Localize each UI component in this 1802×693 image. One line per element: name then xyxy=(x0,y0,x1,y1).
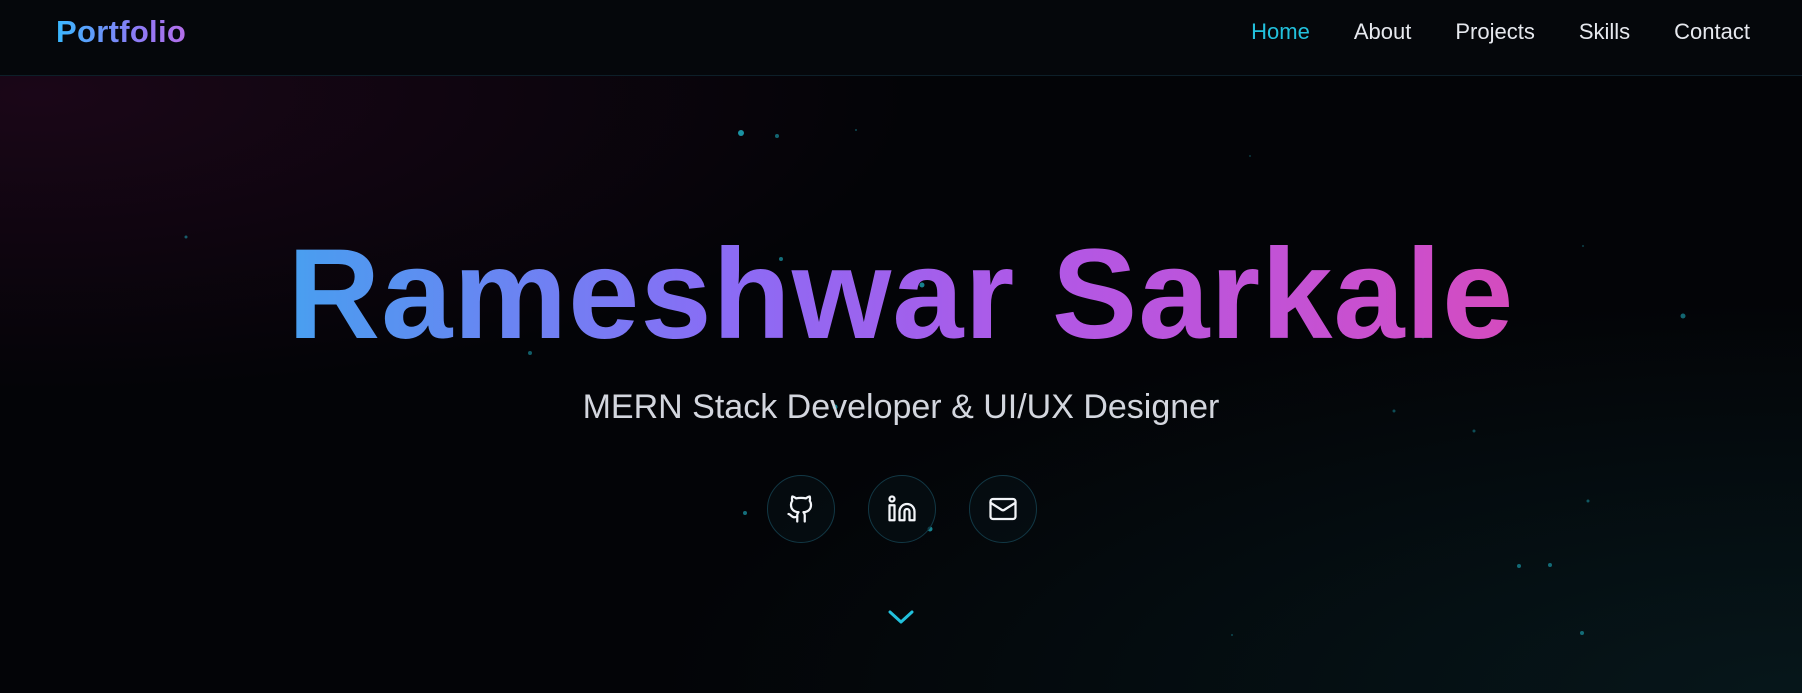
email-button[interactable] xyxy=(969,475,1037,543)
linkedin-button[interactable] xyxy=(868,475,936,543)
particle xyxy=(775,134,779,138)
nav-link-contact[interactable]: Contact xyxy=(1674,17,1750,47)
hero-subtitle: MERN Stack Developer & UI/UX Designer xyxy=(582,388,1220,426)
particle xyxy=(1548,563,1552,567)
scroll-down-button[interactable] xyxy=(886,605,916,629)
nav-link-projects[interactable]: Projects xyxy=(1455,17,1534,47)
github-button[interactable] xyxy=(767,475,835,543)
particle xyxy=(1249,155,1251,157)
brand-logo[interactable]: Portfolio xyxy=(56,14,186,50)
particle xyxy=(1517,564,1521,568)
particle xyxy=(738,130,744,136)
github-icon xyxy=(787,495,813,523)
particle xyxy=(1580,631,1584,635)
nav-link-home[interactable]: Home xyxy=(1251,17,1310,47)
mail-icon xyxy=(989,497,1017,521)
particle-background xyxy=(184,129,1686,636)
hero-section: Rameshwar Sarkale MERN Stack Developer &… xyxy=(0,76,1802,693)
nav-links: Home About Projects Skills Contact xyxy=(1251,17,1750,47)
particle xyxy=(855,129,857,131)
linkedin-icon xyxy=(888,495,916,522)
social-links xyxy=(767,475,1037,543)
particle xyxy=(1231,634,1233,636)
particle xyxy=(1586,499,1590,503)
particle xyxy=(743,511,747,515)
chevron-down-icon xyxy=(888,610,914,624)
particle xyxy=(1472,429,1476,433)
navbar: Portfolio Home About Projects Skills Con… xyxy=(0,0,1802,76)
nav-link-skills[interactable]: Skills xyxy=(1579,17,1630,47)
hero-name: Rameshwar Sarkale xyxy=(0,220,1802,370)
nav-link-about[interactable]: About xyxy=(1354,17,1412,47)
